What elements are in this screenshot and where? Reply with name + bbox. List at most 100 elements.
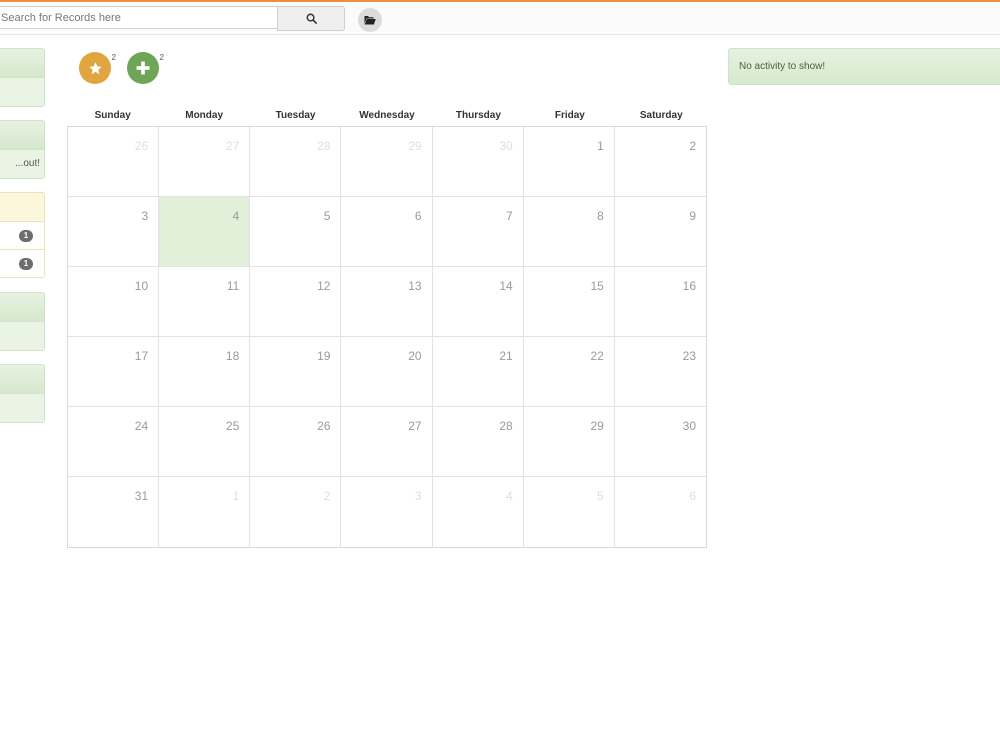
calendar-day[interactable]: 17	[68, 337, 160, 407]
day-number: 29	[590, 419, 604, 433]
calendar-day[interactable]: 1	[523, 127, 615, 197]
calendar-day[interactable]: 11	[159, 267, 251, 337]
sidebar-panel-header[interactable]	[0, 121, 44, 149]
sidebar-panel	[0, 364, 45, 423]
calendar-day[interactable]: 29	[341, 127, 433, 197]
calendar-day[interactable]: 13	[341, 267, 433, 337]
day-number: 29	[408, 139, 422, 153]
sidebar-panel-notifications: 1 1	[0, 192, 45, 278]
sidebar-panel-header[interactable]	[0, 293, 44, 321]
calendar-day[interactable]: 10	[68, 267, 160, 337]
search-input[interactable]	[0, 6, 278, 29]
weekday-label: Thursday	[455, 110, 501, 121]
plus-icon	[136, 61, 150, 75]
calendar-day[interactable]: 4	[433, 477, 524, 547]
calendar-day[interactable]: 7	[432, 197, 524, 267]
sidebar-panel-header[interactable]	[0, 365, 44, 393]
calendar-day[interactable]: 5	[250, 197, 342, 267]
calendar-day[interactable]: 28	[432, 407, 524, 477]
folder-open-icon	[364, 16, 376, 25]
new-count: 2	[158, 53, 165, 63]
day-number: 30	[499, 139, 513, 153]
calendar-day[interactable]: 20	[341, 337, 433, 407]
calendar-day[interactable]: 6	[341, 197, 433, 267]
day-number: 6	[414, 209, 422, 223]
calendar-day[interactable]: 2	[614, 127, 706, 197]
calendar-day[interactable]: 8	[523, 197, 615, 267]
star-icon	[88, 61, 102, 74]
day-number: 16	[682, 279, 696, 293]
day-number: 1	[232, 489, 240, 503]
calendar-day[interactable]: 23	[614, 337, 706, 407]
top-bar	[0, 0, 1000, 35]
day-number: 12	[317, 279, 331, 293]
calendar-day[interactable]: 30	[432, 127, 524, 197]
sidebar-panel: ...out!	[0, 120, 45, 179]
day-number: 5	[323, 209, 331, 223]
calendar-day[interactable]: 6	[615, 477, 706, 547]
day-number: 28	[317, 139, 331, 153]
calendar-day[interactable]: 31	[68, 477, 160, 547]
calendar-day[interactable]: 3	[68, 197, 160, 267]
sidebar-panel-body	[0, 77, 44, 106]
sidebar-panel-text: ...out!	[0, 149, 44, 178]
calendar-day[interactable]: 27	[159, 127, 251, 197]
calendar-day[interactable]: 18	[159, 337, 251, 407]
starred-count: 2	[110, 53, 117, 63]
day-number: 25	[225, 419, 240, 433]
calendar-day[interactable]: 16	[614, 267, 706, 337]
calendar-day[interactable]: 19	[250, 337, 342, 407]
day-number: 26	[317, 419, 331, 433]
calendar-day[interactable]: 22	[523, 337, 615, 407]
day-number: 17	[134, 349, 149, 363]
calendar-day[interactable]: 2	[250, 477, 342, 547]
activity-panel: No activity to show!	[728, 48, 1000, 85]
sidebar-list-item[interactable]: 1	[0, 221, 44, 249]
calendar-day[interactable]: 26	[250, 407, 342, 477]
sidebar-panel	[0, 48, 45, 107]
calendar-day[interactable]: 26	[68, 127, 160, 197]
day-number: 22	[590, 349, 604, 363]
calendar-day[interactable]: 12	[250, 267, 342, 337]
day-number: 3	[141, 209, 149, 223]
calendar-day[interactable]: 21	[432, 337, 524, 407]
calendar-day[interactable]: 30	[614, 407, 706, 477]
calendar-day[interactable]: 28	[250, 127, 342, 197]
open-folder-button[interactable]	[358, 8, 382, 32]
calendar-day[interactable]: 15	[523, 267, 615, 337]
calendar: Sunday Monday Tuesday Wednesday Thursday Frid…	[67, 105, 707, 548]
sidebar-panel-header[interactable]	[0, 193, 44, 221]
search-button[interactable]	[277, 6, 345, 31]
day-number: 15	[590, 279, 604, 293]
weekday-label: Tuesday	[275, 110, 316, 121]
weekday-label: Saturday	[639, 110, 683, 121]
calendar-day[interactable]: 1	[159, 477, 251, 547]
day-number: 14	[499, 279, 513, 293]
day-number: 19	[317, 349, 331, 363]
day-number: 2	[689, 139, 696, 153]
calendar-day[interactable]: 14	[432, 267, 524, 337]
day-number: 24	[134, 419, 149, 433]
calendar-day[interactable]: 9	[614, 197, 706, 267]
sidebar-list-item[interactable]: 1	[0, 249, 44, 277]
calendar-day[interactable]: 3	[341, 477, 433, 547]
starred-button[interactable]: 2	[79, 52, 117, 84]
calendar-day[interactable]: 5	[524, 477, 615, 547]
calendar-day[interactable]: 24	[68, 407, 160, 477]
calendar-day[interactable]: 25	[159, 407, 251, 477]
sidebar-panel-header[interactable]	[0, 49, 44, 77]
day-number: 7	[506, 209, 513, 223]
calendar-day-today[interactable]: 4	[159, 197, 251, 267]
day-number: 4	[232, 209, 240, 223]
activity-empty-text: No activity to show!	[739, 61, 826, 72]
sidebar-panel-body	[0, 321, 44, 350]
add-new-button[interactable]: 2	[127, 52, 165, 84]
weekday-label: Wednesday	[359, 110, 415, 121]
day-number: 20	[408, 349, 422, 363]
day-number: 27	[225, 139, 240, 153]
day-number: 28	[499, 419, 513, 433]
calendar-day[interactable]: 29	[523, 407, 615, 477]
calendar-day[interactable]: 27	[341, 407, 433, 477]
day-number: 31	[134, 489, 149, 503]
count-badge: 1	[19, 258, 33, 270]
